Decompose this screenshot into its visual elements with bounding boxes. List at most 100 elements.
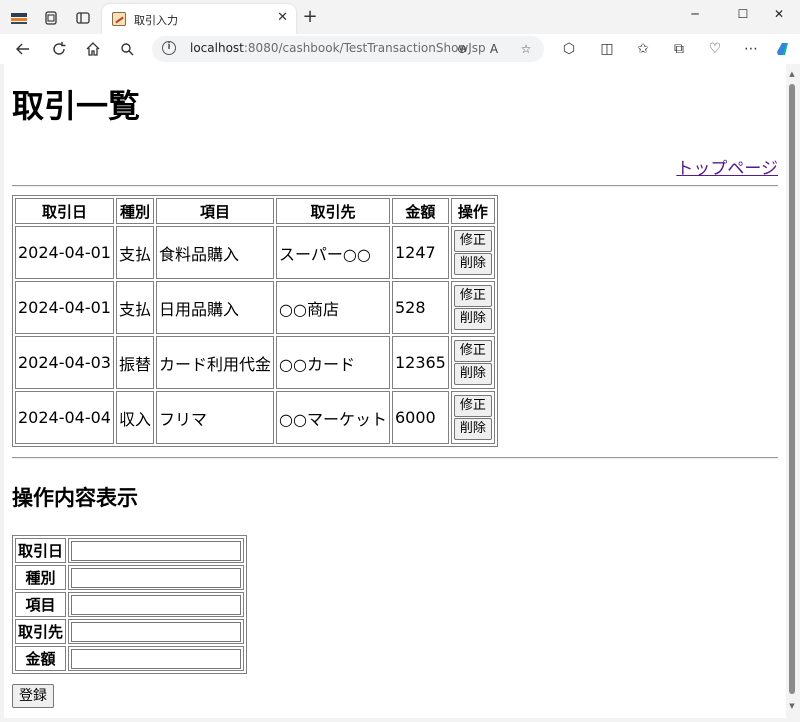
refresh-icon[interactable] xyxy=(48,38,70,60)
extensions-icon[interactable]: ⬡ xyxy=(558,38,580,60)
more-options-icon[interactable]: ⋯ xyxy=(740,38,762,60)
header-amount: 金額 xyxy=(391,198,449,224)
favorite-star-icon[interactable]: ☆ xyxy=(516,39,536,59)
cell-item: 日用品購入 xyxy=(156,281,275,334)
favorites-icon[interactable]: ✩ xyxy=(632,38,654,60)
form-row: 取引日 xyxy=(15,538,245,563)
table-row: 2024-04-03 振替 カード利用代金 ○○カード 12365 修正 削除 xyxy=(15,336,495,389)
cell-actions: 修正 削除 xyxy=(450,391,495,444)
scroll-up-icon[interactable]: ▲ xyxy=(788,70,796,78)
vertical-scrollbar[interactable]: ▲ ▼ xyxy=(786,64,798,718)
cell-partner: ○○カード xyxy=(276,336,390,389)
form-row: 取引先 xyxy=(15,619,245,644)
form-row: 金額 xyxy=(15,646,245,671)
search-icon[interactable] xyxy=(116,38,138,60)
cell-date: 2024-04-01 xyxy=(15,226,114,279)
cell-actions: 修正 削除 xyxy=(450,226,495,279)
page-title: 取引一覧 xyxy=(12,87,141,125)
home-icon[interactable] xyxy=(82,38,104,60)
register-button[interactable]: 登録 xyxy=(12,684,54,708)
new-tab-icon[interactable]: + xyxy=(300,8,320,28)
form-row: 種別 xyxy=(15,565,245,590)
header-item: 項目 xyxy=(156,198,275,224)
close-tab-icon[interactable]: ✕ xyxy=(277,10,288,25)
delete-button[interactable]: 削除 xyxy=(453,363,492,385)
table-row: 2024-04-01 支払 食料品購入 スーパー○○ 1247 修正 削除 xyxy=(15,226,495,279)
url-text[interactable]: localhost:8080/cashbook/TestTransactionS… xyxy=(190,41,486,55)
cell-date: 2024-04-04 xyxy=(15,391,114,444)
collections-icon[interactable]: ⧉ xyxy=(668,38,690,60)
read-aloud-icon[interactable]: A xyxy=(484,39,504,59)
cell-date: 2024-04-01 xyxy=(15,281,114,334)
cell-item: 食料品購入 xyxy=(156,226,275,279)
date-field[interactable] xyxy=(71,540,242,561)
cell-amount: 12365 xyxy=(391,336,449,389)
split-screen-icon[interactable]: ◫ xyxy=(596,38,618,60)
copilot-icon[interactable] xyxy=(772,38,794,60)
divider-bottom xyxy=(12,457,778,459)
table-header-row: 取引日 種別 項目 取引先 金額 操作 xyxy=(15,198,495,224)
header-date: 取引日 xyxy=(15,198,114,224)
cell-partner: ○○商店 xyxy=(276,281,390,334)
section-title: 操作内容表示 xyxy=(12,486,138,510)
url-host: localhost xyxy=(190,41,244,55)
cell-item: フリマ xyxy=(156,391,275,444)
browser-essentials-icon[interactable]: ♡ xyxy=(704,38,726,60)
partner-field[interactable] xyxy=(71,621,242,642)
cell-partner: スーパー○○ xyxy=(276,226,390,279)
active-tab[interactable]: 取引入力 ✕ xyxy=(102,4,296,34)
top-page-link[interactable]: トップページ xyxy=(676,154,778,179)
close-window-icon[interactable]: ✕ xyxy=(764,4,794,24)
cell-type: 支払 xyxy=(115,226,154,279)
label-type: 種別 xyxy=(15,565,67,590)
page-viewport: 取引一覧 トップページ 取引日 種別 項目 取引先 金額 操作 2024-04-… xyxy=(4,64,786,718)
header-type: 種別 xyxy=(115,198,154,224)
delete-button[interactable]: 削除 xyxy=(453,308,492,330)
favicon-icon xyxy=(112,12,126,26)
maximize-icon[interactable]: ☐ xyxy=(728,4,758,24)
cell-actions: 修正 削除 xyxy=(450,336,495,389)
workspaces-icon[interactable] xyxy=(40,7,62,29)
cell-actions: 修正 削除 xyxy=(450,281,495,334)
header-actions: 操作 xyxy=(450,198,495,224)
delete-button[interactable]: 削除 xyxy=(453,253,492,275)
edit-button[interactable]: 修正 xyxy=(453,230,492,252)
scroll-thumb[interactable] xyxy=(789,84,795,694)
address-bar[interactable]: i localhost:8080/cashbook/TestTransactio… xyxy=(152,36,544,62)
cell-amount: 528 xyxy=(391,281,449,334)
site-info-icon[interactable]: i xyxy=(162,41,176,55)
scroll-down-icon[interactable]: ▼ xyxy=(788,702,796,710)
delete-button[interactable]: 削除 xyxy=(453,418,492,440)
profile-icon[interactable] xyxy=(8,7,30,29)
table-row: 2024-04-04 収入 フリマ ○○マーケット 6000 修正 削除 xyxy=(15,391,495,444)
minimize-icon[interactable]: ─ xyxy=(680,4,710,24)
header-partner: 取引先 xyxy=(276,198,390,224)
tab-actions-icon[interactable] xyxy=(72,7,94,29)
cell-amount: 1247 xyxy=(391,226,449,279)
label-date: 取引日 xyxy=(15,538,67,563)
transaction-table: 取引日 種別 項目 取引先 金額 操作 2024-04-01 支払 食料品購入 … xyxy=(12,195,498,447)
item-field[interactable] xyxy=(71,594,242,615)
cell-type: 振替 xyxy=(115,336,154,389)
zoom-icon[interactable]: ⊕ xyxy=(452,39,472,59)
label-amount: 金額 xyxy=(15,646,67,671)
edit-button[interactable]: 修正 xyxy=(453,395,492,417)
table-row: 2024-04-01 支払 日用品購入 ○○商店 528 修正 削除 xyxy=(15,281,495,334)
label-partner: 取引先 xyxy=(15,619,67,644)
type-field[interactable] xyxy=(71,567,242,588)
back-icon[interactable] xyxy=(12,38,34,60)
amount-field[interactable] xyxy=(71,648,242,669)
browser-toolbar: i localhost:8080/cashbook/TestTransactio… xyxy=(0,34,800,64)
label-item: 項目 xyxy=(15,592,67,617)
cell-type: 収入 xyxy=(115,391,154,444)
entry-form-table: 取引日 種別 項目 取引先 金額 xyxy=(12,535,248,674)
edit-button[interactable]: 修正 xyxy=(453,285,492,307)
form-row: 項目 xyxy=(15,592,245,617)
edit-button[interactable]: 修正 xyxy=(453,340,492,362)
url-path: :8080/cashbook/TestTransactionShowJsp xyxy=(243,41,486,55)
cell-date: 2024-04-03 xyxy=(15,336,114,389)
cell-item: カード利用代金 xyxy=(156,336,275,389)
title-bar: 取引入力 ✕ + ─ ☐ ✕ xyxy=(0,0,800,34)
divider-top xyxy=(12,185,778,187)
cell-type: 支払 xyxy=(115,281,154,334)
